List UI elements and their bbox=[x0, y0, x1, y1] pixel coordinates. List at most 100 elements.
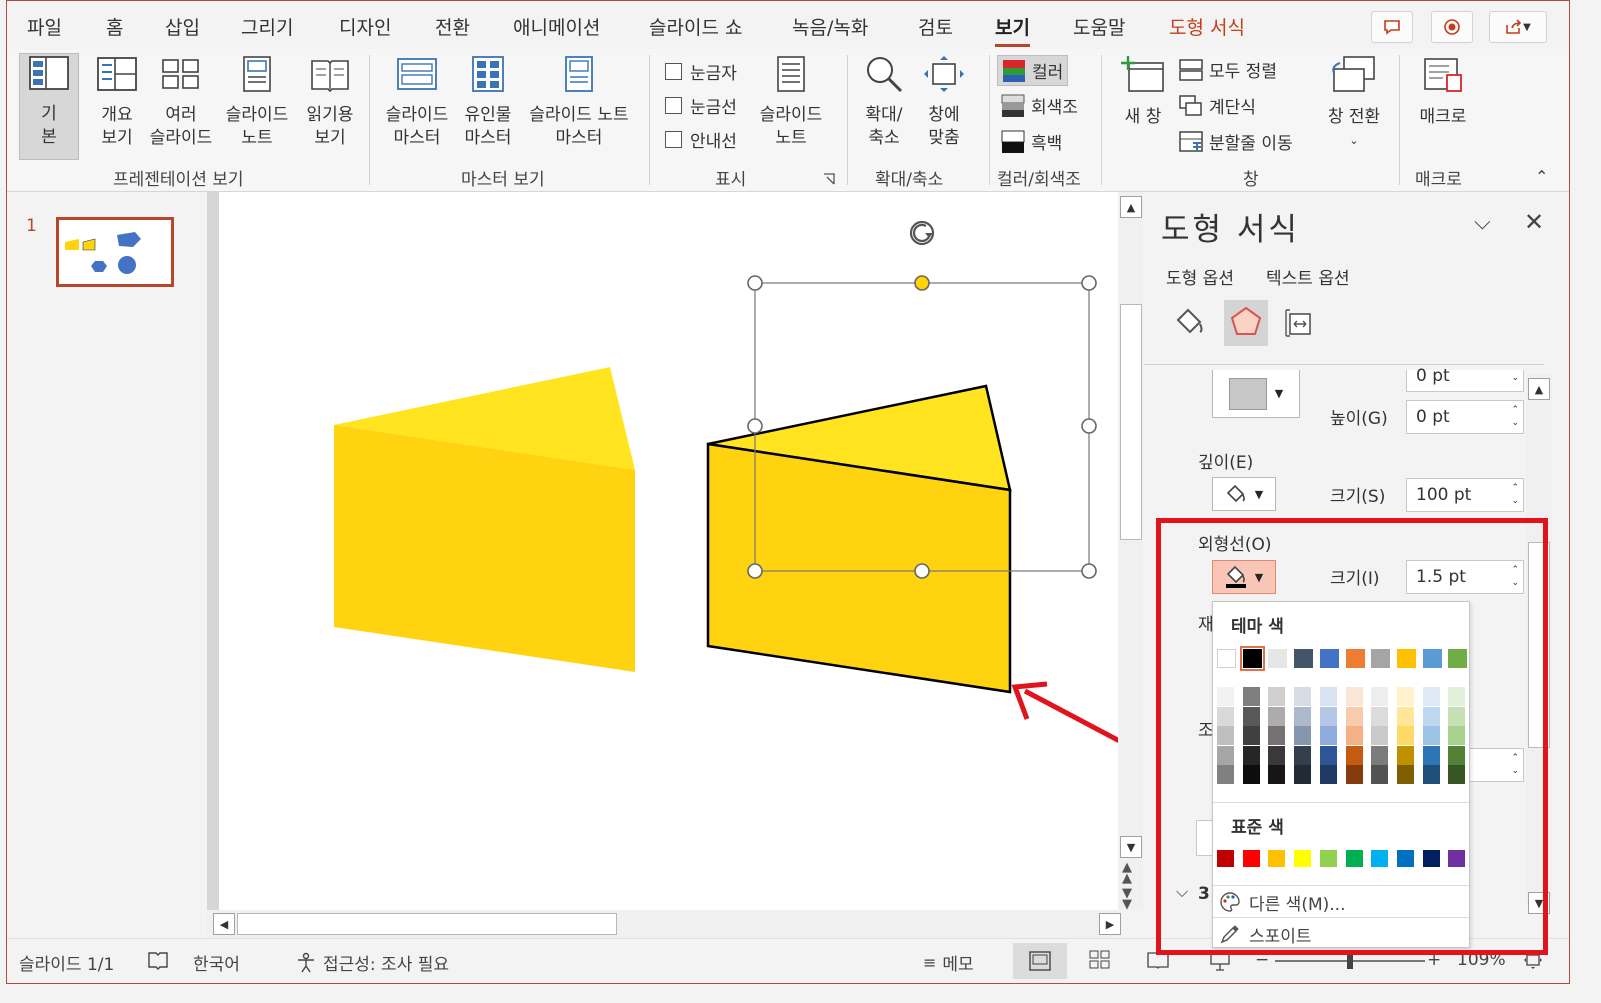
tab-text-options[interactable]: 텍스트 옵션 bbox=[1266, 264, 1350, 289]
accessibility-status[interactable]: 접근성: 조사 필요 bbox=[295, 950, 449, 975]
theme-shade-swatch[interactable] bbox=[1217, 765, 1234, 784]
theme-color-swatch[interactable] bbox=[1217, 649, 1236, 668]
tab-transitions[interactable]: 전환 bbox=[435, 13, 470, 40]
effects-tab-button[interactable] bbox=[1224, 300, 1268, 346]
theme-color-swatch[interactable] bbox=[1319, 649, 1339, 668]
depth-size-input[interactable]: 100 pt ⌃ ⌄ bbox=[1406, 478, 1524, 512]
tab-file[interactable]: 파일 bbox=[27, 13, 62, 40]
theme-shade-swatch[interactable] bbox=[1448, 765, 1466, 784]
standard-color-swatch[interactable] bbox=[1448, 850, 1466, 867]
theme-shade-swatch[interactable] bbox=[1268, 765, 1286, 784]
tab-shape-options[interactable]: 도형 옵션 bbox=[1166, 264, 1234, 289]
theme-shade-swatch[interactable] bbox=[1422, 745, 1440, 765]
theme-shade-swatch[interactable] bbox=[1448, 745, 1466, 765]
zoom-slider-thumb[interactable] bbox=[1347, 953, 1353, 969]
theme-color-swatch[interactable] bbox=[1294, 649, 1314, 668]
vertical-scrollbar[interactable]: ▲ ▼ ▲ ▲ ▼ ▼ bbox=[1118, 192, 1143, 911]
depth-color-dropdown[interactable]: ▼ bbox=[1212, 477, 1276, 511]
normal-view-button[interactable]: 기 본 bbox=[19, 53, 79, 160]
pane-scrollbar[interactable]: ▲ ▼ bbox=[1526, 374, 1552, 914]
rotate-handle-icon[interactable] bbox=[909, 220, 935, 246]
standard-color-swatch[interactable] bbox=[1294, 850, 1312, 867]
scroll-up-icon[interactable]: ▲ bbox=[1120, 196, 1142, 218]
theme-shade-swatch[interactable] bbox=[1396, 687, 1414, 706]
share-button[interactable]: ▼ bbox=[1489, 11, 1547, 43]
spelling-status[interactable] bbox=[147, 950, 169, 970]
theme-shade-swatch[interactable] bbox=[1268, 687, 1286, 706]
theme-shade-swatch[interactable] bbox=[1319, 765, 1337, 784]
tab-draw[interactable]: 그리기 bbox=[241, 13, 293, 40]
notes-toggle[interactable]: ≡ 메모 bbox=[923, 950, 974, 975]
slideshow-status-button[interactable] bbox=[1209, 950, 1231, 972]
slide-master-button[interactable]: 슬라이드 마스터 bbox=[379, 55, 455, 150]
tab-insert[interactable]: 삽입 bbox=[165, 13, 200, 40]
standard-color-swatch[interactable] bbox=[1396, 850, 1414, 867]
theme-shade-swatch[interactable] bbox=[1242, 706, 1260, 726]
arrange-all-button[interactable]: 모두 정렬 bbox=[1179, 57, 1277, 82]
theme-shade-swatch[interactable] bbox=[1294, 687, 1312, 706]
slide-sorter-button[interactable]: 여러 슬라이드 bbox=[145, 55, 217, 150]
spinner-icon[interactable]: ⌃ ⌄ bbox=[1511, 752, 1519, 778]
standard-color-swatch[interactable] bbox=[1422, 850, 1440, 867]
theme-shade-swatch[interactable] bbox=[1448, 726, 1466, 745]
theme-shade-swatch[interactable] bbox=[1396, 706, 1414, 726]
height-input[interactable]: 0 pt ⌃ ⌄ bbox=[1406, 400, 1524, 434]
scroll-thumb[interactable] bbox=[1120, 304, 1142, 540]
theme-shade-swatch[interactable] bbox=[1371, 765, 1389, 784]
theme-shade-swatch[interactable] bbox=[1448, 687, 1466, 706]
theme-shade-swatch[interactable] bbox=[1242, 726, 1260, 745]
standard-color-swatch[interactable] bbox=[1268, 850, 1286, 867]
theme-shade-swatch[interactable] bbox=[1345, 765, 1363, 784]
theme-shade-swatch[interactable] bbox=[1345, 687, 1363, 706]
theme-shade-swatch[interactable] bbox=[1294, 765, 1312, 784]
theme-shade-swatch[interactable] bbox=[1319, 687, 1337, 706]
tab-view[interactable]: 보기 bbox=[995, 13, 1030, 47]
theme-shade-swatch[interactable] bbox=[1319, 706, 1337, 726]
gridlines-checkbox[interactable]: 눈금선 bbox=[665, 93, 737, 118]
next-slide-icon[interactable]: ▼ ▼ bbox=[1122, 887, 1132, 911]
notes-master-button[interactable]: 슬라이드 노트 마스터 bbox=[519, 55, 639, 150]
spinner-icon[interactable]: ⌃ ⌄ bbox=[1511, 404, 1519, 430]
tab-help[interactable]: 도움말 bbox=[1073, 13, 1125, 40]
theme-shade-swatch[interactable] bbox=[1217, 745, 1234, 765]
slide-canvas[interactable] bbox=[219, 192, 1167, 910]
theme-shade-swatch[interactable] bbox=[1268, 726, 1286, 745]
theme-shade-swatch[interactable] bbox=[1268, 706, 1286, 726]
scroll-up-icon[interactable]: ▲ bbox=[1528, 378, 1550, 400]
dialog-launcher-icon[interactable] bbox=[823, 173, 835, 185]
previous-slide-icon[interactable]: ▲ ▲ bbox=[1122, 861, 1132, 885]
collapse-ribbon-icon[interactable]: ⌃ bbox=[1535, 167, 1548, 186]
chevron-down-icon[interactable]: ⌵ bbox=[1176, 882, 1188, 902]
pane-options-chevron-icon[interactable]: ⌵ bbox=[1474, 210, 1491, 235]
standard-color-swatch[interactable] bbox=[1371, 850, 1389, 867]
contour-color-dropdown[interactable]: ▼ bbox=[1212, 560, 1276, 594]
theme-shade-swatch[interactable] bbox=[1422, 765, 1440, 784]
theme-color-swatch[interactable] bbox=[1345, 649, 1365, 668]
theme-shade-swatch[interactable] bbox=[1371, 687, 1389, 706]
eyedropper-item[interactable]: 스포이트 bbox=[1213, 920, 1469, 948]
scroll-down-icon[interactable]: ▼ bbox=[1528, 892, 1550, 914]
spinner-icon[interactable]: ⌄ bbox=[1511, 372, 1519, 385]
spinner-icon[interactable]: ⌃ ⌄ bbox=[1511, 564, 1519, 590]
tab-design[interactable]: 디자인 bbox=[339, 13, 391, 40]
theme-shade-swatch[interactable] bbox=[1422, 726, 1440, 745]
black-white-button[interactable]: 흑백 bbox=[1001, 129, 1062, 154]
slide-thumbnail[interactable] bbox=[56, 217, 174, 287]
ruler-checkbox[interactable]: 눈금자 bbox=[665, 59, 737, 84]
theme-shade-swatch[interactable] bbox=[1242, 745, 1260, 765]
size-properties-icon[interactable] bbox=[1282, 306, 1316, 340]
reading-view-status-button[interactable] bbox=[1147, 950, 1169, 970]
comments-button[interactable] bbox=[1371, 11, 1413, 43]
macros-button[interactable]: 매크로 bbox=[1407, 55, 1479, 129]
theme-color-swatch[interactable] bbox=[1448, 649, 1468, 668]
theme-shade-swatch[interactable] bbox=[1396, 745, 1414, 765]
notes-button[interactable]: 슬라이드 노트 bbox=[753, 55, 829, 150]
theme-color-swatch[interactable] bbox=[1371, 649, 1391, 668]
scroll-right-icon[interactable]: ▶ bbox=[1099, 913, 1121, 935]
reading-view-button[interactable]: 읽기용 보기 bbox=[297, 55, 363, 150]
horizontal-scrollbar[interactable]: ◀ ▶ bbox=[207, 910, 1121, 938]
more-colors-item[interactable]: 다른 색(M)... bbox=[1213, 888, 1469, 916]
standard-color-swatch[interactable] bbox=[1242, 850, 1260, 867]
theme-color-swatch[interactable] bbox=[1239, 646, 1265, 671]
close-pane-icon[interactable]: ✕ bbox=[1524, 208, 1544, 236]
